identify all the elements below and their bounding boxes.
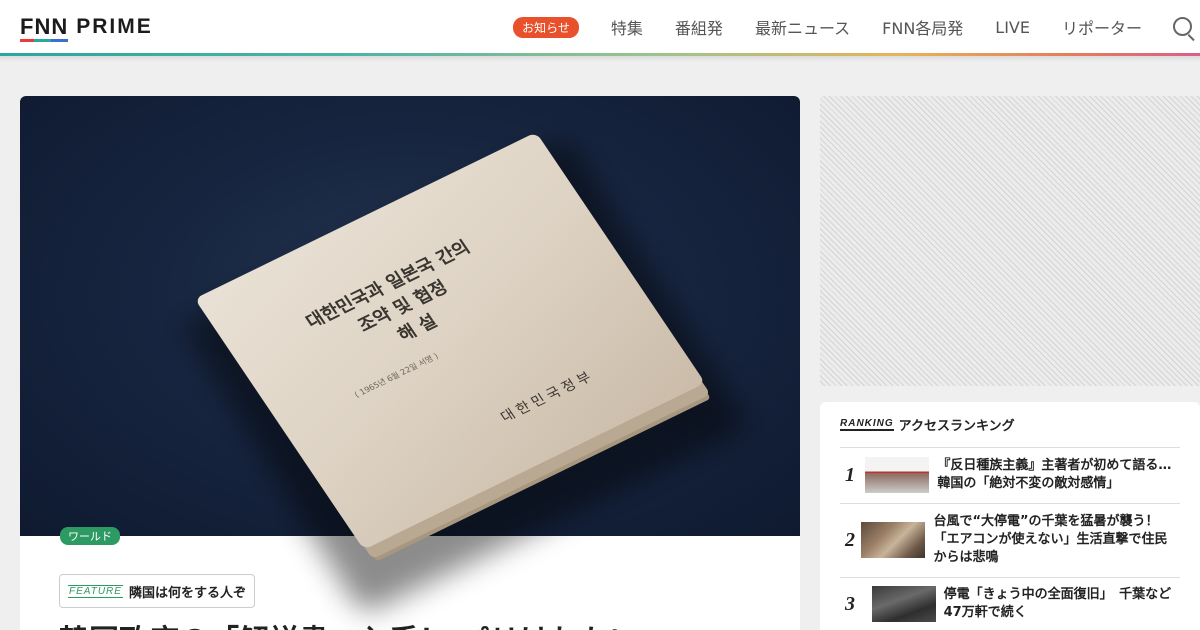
ranking-item[interactable]: 3 停電「きょう中の全面復旧」 千葉など47万軒で続く: [840, 586, 1180, 622]
logo-letter: F: [20, 14, 35, 42]
feature-tag[interactable]: FEATURE 隣国は何をする人ぞ: [59, 574, 255, 608]
article-title[interactable]: 韓国政府の「解説書」入手！ パリけわかい: [59, 616, 639, 630]
category-badge[interactable]: ワールド: [60, 527, 120, 545]
ranking-header: RANKING アクセスランキング: [840, 415, 1015, 434]
logo-fnn-text: FNN: [20, 14, 69, 42]
nav-item-live[interactable]: LIVE: [995, 18, 1030, 37]
nav-item-latest-news[interactable]: 最新ニュース: [755, 15, 850, 39]
ranking-label: RANKING: [840, 418, 894, 431]
rank-number: 3: [845, 592, 855, 615]
book-cover-publisher: 대한민국정부: [497, 367, 599, 426]
ranking-item[interactable]: 2 台風で“大停電”の千葉を猛暑が襲う！「エアコンが使えない」生活直撃で住民から…: [840, 513, 1180, 567]
ranking-title: アクセスランキング: [898, 419, 1015, 434]
fnn-prime-logo[interactable]: FNN PRIME: [20, 14, 153, 42]
logo-letter: N: [34, 14, 52, 42]
divider: [840, 503, 1180, 504]
rank-headline: 台風で“大停電”の千葉を猛暑が襲う！「エアコンが使えない」生活直撃で住民からは悲…: [933, 514, 1168, 565]
nav-item-reporters[interactable]: リポーター: [1062, 15, 1142, 39]
rank-number: 2: [845, 528, 855, 551]
site-header: FNN PRIME お知らせ 特集 番組発 最新ニュース FNN各局発 LIVE…: [0, 0, 1200, 54]
rank-thumbnail: [871, 586, 936, 622]
article-card[interactable]: 대한민국과 일본국 간의 조약 및 협정 해 설 ( 1965년 6월 22일 …: [20, 96, 800, 630]
book-cover-title: 대한민국과 일본국 간의 조약 및 협정 해 설: [302, 237, 475, 346]
search-icon[interactable]: [1172, 14, 1198, 42]
logo-fnn: FNN: [20, 14, 69, 42]
divider: [840, 577, 1180, 578]
ranking-panel: RANKING アクセスランキング 1 『反日種族主義』主著者が初めて語る…韓国…: [820, 402, 1200, 630]
divider: [840, 447, 1180, 448]
rank-headline: 停電「きょう中の全面復旧」 千葉など47万軒で続く: [943, 587, 1172, 620]
ranking-item[interactable]: 1 『反日種族主義』主著者が初めて語る…韓国の「絶対不変の敵対感情」: [840, 457, 1180, 493]
logo-letter: N: [51, 14, 69, 42]
rank-number: 1: [845, 463, 855, 486]
hero-image[interactable]: 대한민국과 일본국 간의 조약 및 협정 해 설 ( 1965년 6월 22일 …: [20, 96, 800, 616]
rank-thumbnail: [861, 522, 926, 558]
notice-badge[interactable]: お知らせ: [513, 16, 579, 38]
rank-thumbnail: [865, 457, 930, 493]
header-shadow: [0, 56, 1200, 62]
nav-item-fnn-stations[interactable]: FNN各局発: [882, 15, 963, 39]
book-photo: 대한민국과 일본국 간의 조약 및 협정 해 설 ( 1965년 6월 22일 …: [194, 132, 706, 550]
rank-headline: 『反日種族主義』主著者が初めて語る…韓国の「絶対不変の敵対感情」: [937, 458, 1172, 491]
nav-item-programs[interactable]: 番組発: [675, 15, 723, 39]
ad-placeholder: [820, 96, 1200, 386]
logo-prime-text: PRIME: [76, 15, 153, 38]
feature-label: FEATURE: [68, 584, 123, 598]
nav-item-features[interactable]: 特集: [611, 15, 643, 39]
feature-name: 隣国は何をする人ぞ: [128, 585, 246, 601]
main-nav: お知らせ 特集 番組発 最新ニュース FNN各局発 LIVE リポーター: [513, 0, 1200, 54]
